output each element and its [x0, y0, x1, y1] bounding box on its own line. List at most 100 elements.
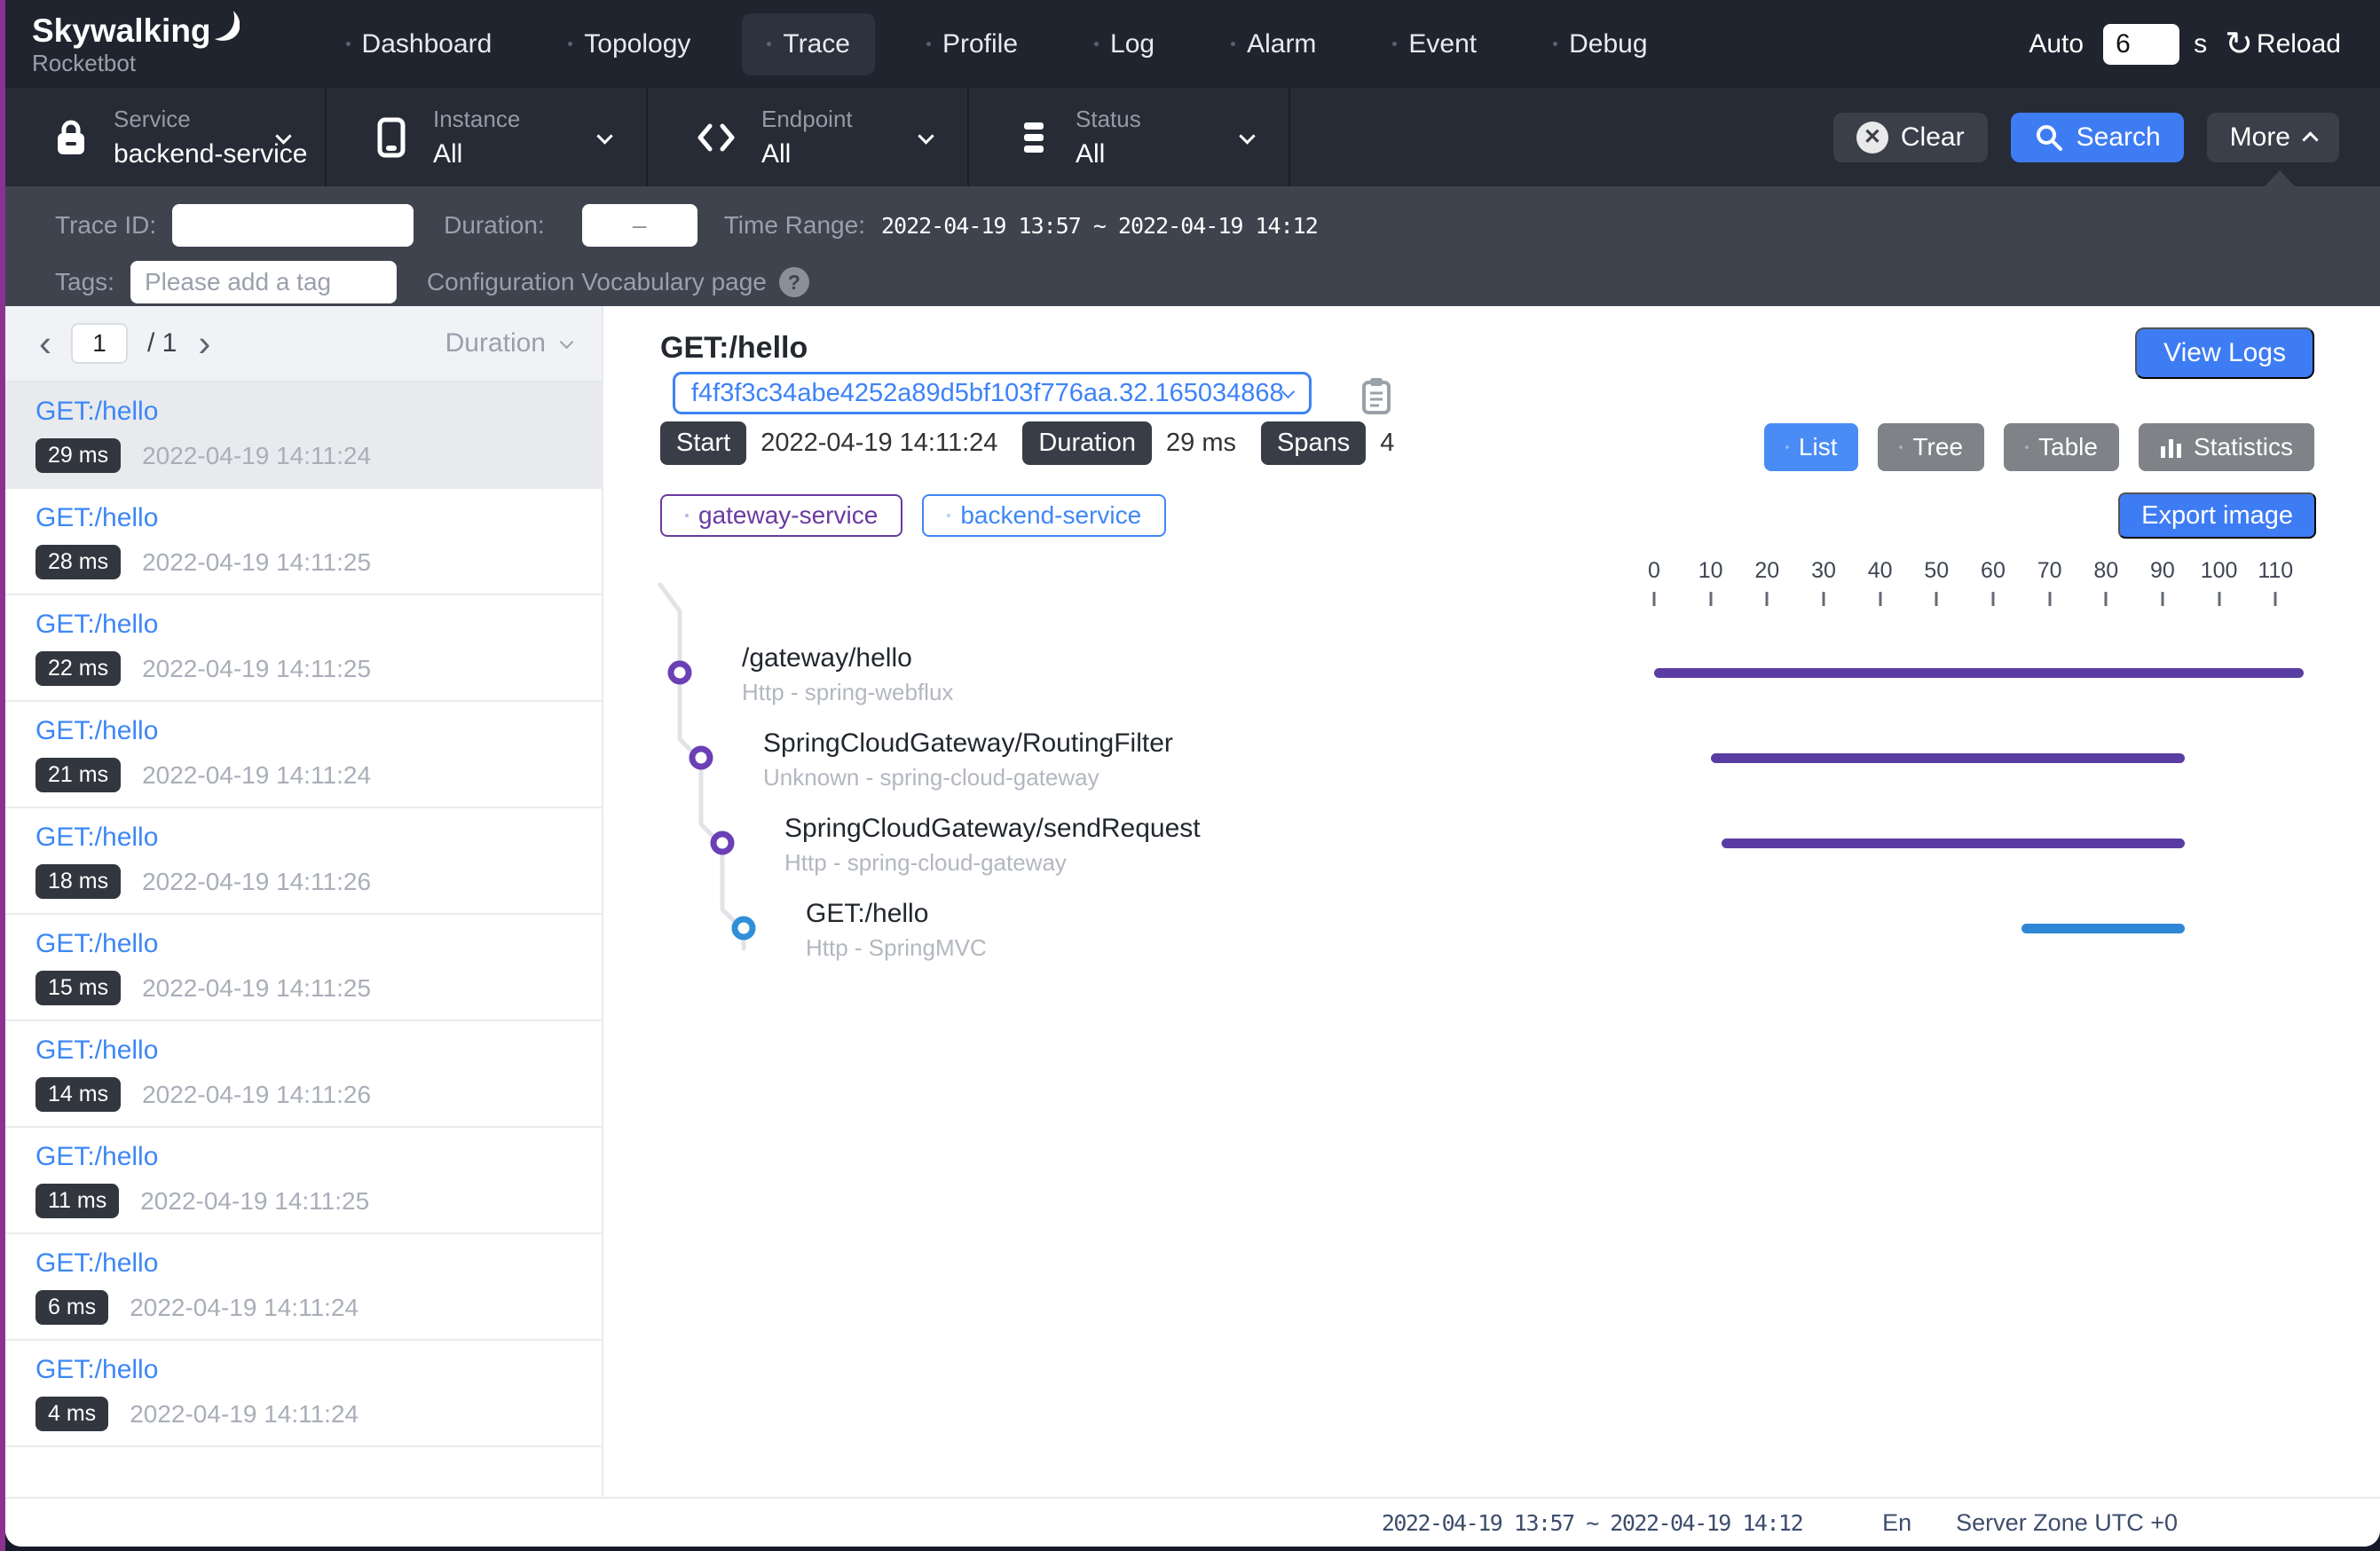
reload-button[interactable]: ↻ Reload [2225, 28, 2341, 61]
trace-endpoint-link[interactable]: GET:/hello [35, 1355, 602, 1385]
trace-list-item[interactable]: GET:/hello 29 ms2022-04-19 14:11:24 [5, 382, 602, 489]
language-toggle[interactable]: En [1882, 1509, 1911, 1537]
logo-swoosh-icon [213, 9, 240, 46]
logo-title: Skywalking [32, 14, 211, 47]
nav-menu: Dashboard Topology Trace Profile Log Ala… [321, 13, 1699, 75]
trace-list-item[interactable]: GET:/hello 14 ms2022-04-19 14:11:26 [5, 1021, 602, 1128]
duration-badge: 11 ms [35, 1184, 119, 1218]
auto-refresh-input[interactable] [2103, 24, 2179, 65]
duration-badge: 22 ms [35, 651, 121, 686]
status-label: Status [1076, 106, 1141, 133]
time-range-value[interactable]: 2022-04-19 13:57 ~ 2022-04-19 14:12 [881, 213, 1318, 239]
axis-tick-mark [1935, 592, 1938, 606]
trace-timestamp: 2022-04-19 14:11:26 [142, 868, 371, 896]
tab-tree[interactable]: Tree [1878, 423, 1984, 471]
view-logs-button[interactable]: View Logs [2135, 327, 2314, 379]
panel-caret [2265, 170, 2295, 186]
export-image-button[interactable]: Export image [2118, 492, 2316, 539]
nav-item-topology[interactable]: Topology [543, 13, 715, 75]
span-duration-bar[interactable] [2021, 924, 2186, 933]
app-window: Skywalking Rocketbot Dashboard Topology … [5, 0, 2380, 1547]
copy-clipboard-icon[interactable] [1359, 375, 1393, 421]
trace-list-item[interactable]: GET:/hello 22 ms2022-04-19 14:11:25 [5, 595, 602, 702]
trace-list-item[interactable]: GET:/hello 28 ms2022-04-19 14:11:25 [5, 489, 602, 595]
trace-endpoint-link[interactable]: GET:/hello [35, 716, 602, 746]
auto-refresh-unit: s [2194, 29, 2207, 59]
search-button[interactable]: Search [2011, 113, 2184, 162]
status-selector[interactable]: Status All [969, 88, 1290, 186]
next-page-icon[interactable]: › [194, 325, 214, 362]
span-duration-bar[interactable] [1722, 838, 2185, 848]
server-zone[interactable]: Server Zone UTC +0 [1956, 1509, 2178, 1537]
trace-list-item[interactable]: GET:/hello 6 ms2022-04-19 14:11:24 [5, 1234, 602, 1341]
service-tag-gateway[interactable]: gateway-service [660, 494, 902, 537]
page-number-input[interactable] [71, 323, 128, 364]
nav-item-log[interactable]: Log [1069, 13, 1179, 75]
trace-endpoint-link[interactable]: GET:/hello [35, 1248, 602, 1279]
trace-list-item[interactable]: GET:/hello 4 ms2022-04-19 14:11:24 [5, 1341, 602, 1447]
content-area: ‹ / 1 › Duration GET:/hello 29 ms2022-04… [5, 306, 2380, 1497]
axis-tick-label: 80 [2093, 558, 2118, 584]
spans-value: 4 [1380, 429, 1394, 458]
nav-item-profile[interactable]: Profile [902, 13, 1043, 75]
clear-button[interactable]: ✕ Clear [1833, 113, 1988, 162]
chevron-down-icon [560, 335, 574, 349]
duration-input[interactable] [582, 204, 697, 247]
trace-list-item[interactable]: GET:/hello 15 ms2022-04-19 14:11:25 [5, 915, 602, 1021]
span-duration-bar[interactable] [1711, 753, 2186, 763]
span-name: /gateway/hello [742, 643, 912, 673]
prev-page-icon[interactable]: ‹ [35, 325, 55, 362]
vocabulary-link[interactable]: Configuration Vocabulary page ? [427, 267, 809, 297]
trace-list-item[interactable]: GET:/hello 18 ms2022-04-19 14:11:26 [5, 808, 602, 915]
service-selector[interactable]: Service backend-service [5, 88, 327, 186]
nav-item-dashboard[interactable]: Dashboard [321, 13, 517, 75]
sort-dropdown[interactable]: Duration [445, 328, 571, 358]
span-duration-bar[interactable] [1654, 668, 2304, 678]
footer-time-range[interactable]: 2022-04-19 13:57 ~ 2022-04-19 14:12 [1382, 1510, 1802, 1536]
axis-tick-mark [2048, 592, 2051, 606]
axis-tick-label: 0 [1648, 558, 1660, 584]
nav-item-alarm[interactable]: Alarm [1206, 13, 1341, 75]
axis-tick-mark [2274, 592, 2277, 606]
axis-tick-mark [2161, 592, 2163, 606]
span-layer: Http - spring-cloud-gateway [784, 849, 1067, 877]
chevron-down-icon [918, 128, 934, 144]
app-logo: Skywalking Rocketbot [32, 14, 240, 75]
axis-tick-mark [2105, 592, 2108, 606]
trace-timestamp: 2022-04-19 14:11:25 [142, 974, 371, 1003]
advanced-search-panel: Trace ID: Duration: Time Range: 2022-04-… [5, 186, 2380, 306]
trace-list-item[interactable]: GET:/hello 11 ms2022-04-19 14:11:25 [5, 1128, 602, 1234]
service-tag-backend[interactable]: backend-service [922, 494, 1166, 537]
trace-endpoint-link[interactable]: GET:/hello [35, 823, 602, 853]
nav-item-event[interactable]: Event [1367, 13, 1501, 75]
nav-item-debug[interactable]: Debug [1528, 13, 1672, 75]
instance-selector[interactable]: Instance All [327, 88, 648, 186]
trace-list-item[interactable]: GET:/hello 21 ms2022-04-19 14:11:24 [5, 702, 602, 808]
trace-endpoint-link[interactable]: GET:/hello [35, 397, 602, 427]
tab-table[interactable]: Table [2004, 423, 2119, 471]
trace-endpoint-link[interactable]: GET:/hello [35, 1035, 602, 1066]
trace-id-select[interactable]: f4f3f3c34abe4252a89d5bf103f776aa.32.1650… [673, 372, 1312, 414]
filter-actions: ✕ Clear Search More [1833, 88, 2380, 186]
span-layer: Unknown - spring-cloud-gateway [763, 764, 1099, 791]
trace-meta-row: Start 2022-04-19 14:11:24 Duration 29 ms… [660, 421, 1419, 465]
device-icon [374, 116, 408, 159]
clear-circle-x-icon: ✕ [1856, 122, 1888, 154]
axis-tick-label: 40 [1868, 558, 1893, 584]
trace-endpoint-link[interactable]: GET:/hello [35, 610, 602, 640]
tab-statistics[interactable]: Statistics [2139, 423, 2314, 471]
trace-endpoint-link[interactable]: GET:/hello [35, 1142, 602, 1172]
more-button[interactable]: More [2207, 113, 2339, 162]
trace-endpoint-link[interactable]: GET:/hello [35, 929, 602, 959]
duration-badge: 29 ms [35, 438, 121, 473]
trace-list-sidebar: ‹ / 1 › Duration GET:/hello 29 ms2022-04… [5, 306, 603, 1497]
help-icon[interactable]: ? [779, 267, 809, 297]
tab-list[interactable]: List [1764, 423, 1859, 471]
trace-id-input[interactable] [172, 204, 414, 247]
tags-input[interactable] [130, 261, 397, 303]
endpoint-selector[interactable]: Endpoint All [648, 88, 969, 186]
time-range-label: Time Range: [724, 211, 865, 240]
trace-endpoint-link[interactable]: GET:/hello [35, 503, 602, 533]
nav-item-trace[interactable]: Trace [742, 13, 875, 75]
reload-icon: ↻ [2225, 28, 2253, 61]
